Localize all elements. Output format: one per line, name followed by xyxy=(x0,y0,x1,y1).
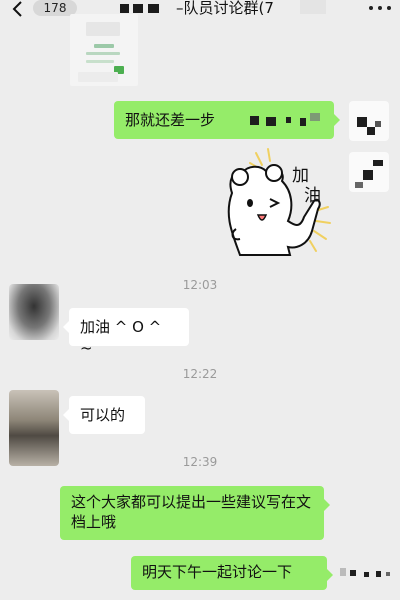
shared-image-thumbnail[interactable] xyxy=(70,14,138,86)
timestamp: 12:22 xyxy=(182,367,218,381)
sticker-text-1: 加 xyxy=(292,166,309,186)
message-bubble-4[interactable]: 可以的 xyxy=(63,396,145,434)
back-icon[interactable] xyxy=(10,0,26,18)
message-bubble-1[interactable]: 那就还差一步 xyxy=(114,101,340,139)
message-bubble-3[interactable]: 加油 ^ O ^ ~ xyxy=(63,308,189,357)
my-avatar[interactable] xyxy=(340,566,396,582)
bubble-tail xyxy=(63,409,69,421)
title-redaction xyxy=(120,0,168,15)
my-avatar[interactable] xyxy=(349,152,389,192)
timestamp: 12:03 xyxy=(182,278,218,292)
sticker-text-2: 油 xyxy=(304,186,321,206)
member-avatar[interactable] xyxy=(9,284,59,340)
message-bubble-6[interactable]: 明天下午一起讨论一下 xyxy=(131,556,333,590)
message-text: 可以的 xyxy=(80,406,126,424)
bubble-tail xyxy=(327,569,333,581)
message-bubble-5[interactable]: 这个大家都可以提出一些建议写在文档上哦 xyxy=(60,486,330,540)
bubble-tail xyxy=(324,499,330,511)
my-avatar[interactable] xyxy=(349,101,389,141)
cheer-sticker[interactable]: 加 油 xyxy=(210,145,338,257)
message-text: 明天下午一起讨论一下 xyxy=(142,563,293,581)
bubble-tail xyxy=(334,114,340,126)
message-text: 这个大家都可以提出一些建议写在文档上哦 xyxy=(71,493,312,531)
title-blur xyxy=(300,0,326,14)
timestamp: 12:39 xyxy=(182,455,218,469)
more-icon[interactable] xyxy=(366,0,394,16)
message-text: 那就还差一步 xyxy=(125,111,216,129)
chat-title: –队员讨论群(7 xyxy=(176,0,274,17)
message-text: 加油 ^ O ^ ~ xyxy=(80,318,162,357)
bubble-tail xyxy=(63,321,69,333)
